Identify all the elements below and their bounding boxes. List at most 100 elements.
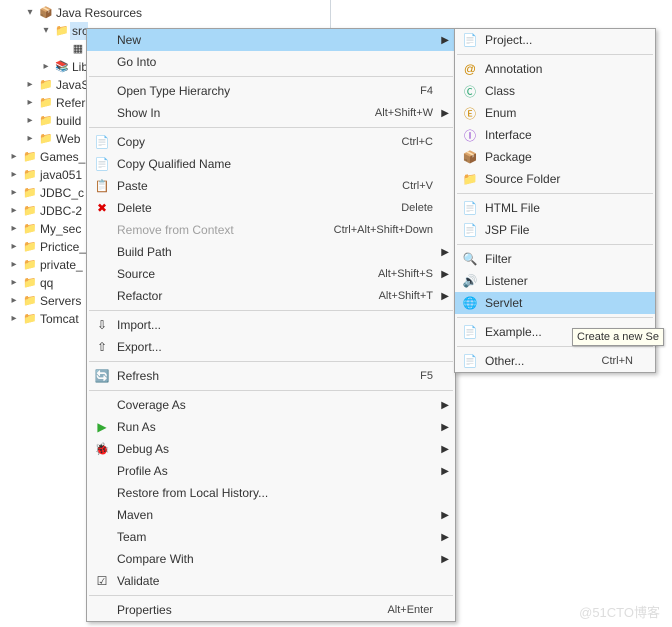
menu-item[interactable]: Team▶ — [87, 526, 455, 548]
menu-item[interactable]: Maven▶ — [87, 504, 455, 526]
tree-twisty-icon[interactable]: ▸ — [22, 76, 38, 94]
menu-item-label: Filter — [481, 252, 633, 266]
menu-item[interactable]: PropertiesAlt+Enter — [87, 599, 455, 621]
menu-item[interactable]: Open Type HierarchyF4 — [87, 80, 455, 102]
menu-item[interactable]: Compare With▶ — [87, 548, 455, 570]
tooltip: Create a new Se — [572, 328, 664, 346]
tree-node-icon: 📁 — [22, 203, 38, 219]
menu-item-icon: Ⓔ — [459, 102, 481, 124]
menu-item-icon — [91, 29, 113, 51]
tree-twisty-icon[interactable]: ▸ — [6, 166, 22, 184]
context-menu[interactable]: New▶Go Into Open Type HierarchyF4Show InA… — [86, 28, 456, 622]
menu-item-icon: 📄 — [459, 29, 481, 51]
menu-item[interactable]: 📄CopyCtrl+C — [87, 131, 455, 153]
tree-twisty-icon[interactable]: ▸ — [6, 274, 22, 292]
tree-twisty-icon[interactable]: ▸ — [6, 256, 22, 274]
menu-item-icon — [91, 51, 113, 73]
tree-node-icon: ▦ — [70, 41, 86, 57]
menu-item[interactable]: 🔄RefreshF5 — [87, 365, 455, 387]
menu-item-label: Paste — [113, 179, 382, 193]
menu-item-label: Servlet — [481, 296, 633, 310]
tree-twisty-icon[interactable]: ▸ — [22, 130, 38, 148]
tree-item[interactable]: ▾📦Java Resources — [6, 4, 672, 22]
menu-separator — [457, 193, 653, 194]
menu-item-icon — [91, 285, 113, 307]
tree-label: JDBC_c — [38, 184, 84, 202]
menu-item-icon — [91, 460, 113, 482]
menu-item-icon: 📄 — [459, 197, 481, 219]
menu-item[interactable]: Build Path▶ — [87, 241, 455, 263]
menu-item[interactable]: Profile As▶ — [87, 460, 455, 482]
menu-item-icon — [91, 263, 113, 285]
menu-item[interactable]: 📄Project... — [455, 29, 655, 51]
menu-separator — [89, 361, 453, 362]
menu-item[interactable]: ⇧Export... — [87, 336, 455, 358]
menu-item-label: Coverage As — [113, 398, 433, 412]
menu-item[interactable]: 🔊Listener — [455, 270, 655, 292]
menu-item[interactable]: 📦Package — [455, 146, 655, 168]
menu-item-icon: 🔄 — [91, 365, 113, 387]
menu-separator — [89, 595, 453, 596]
menu-item[interactable]: 📋PasteCtrl+V — [87, 175, 455, 197]
new-submenu[interactable]: 📄Project... @AnnotationⒸClassⒺEnumⒾInterf… — [454, 28, 656, 373]
menu-accelerator: Delete — [381, 202, 433, 214]
menu-item-icon: 📄 — [459, 219, 481, 241]
tree-twisty-icon[interactable]: ▸ — [6, 292, 22, 310]
tree-twisty-icon[interactable]: ▾ — [22, 4, 38, 22]
menu-item-icon: ⇩ — [91, 314, 113, 336]
tree-node-icon: 📁 — [38, 95, 54, 111]
menu-item[interactable]: Go Into — [87, 51, 455, 73]
menu-item[interactable]: 🌐Servlet — [455, 292, 655, 314]
menu-item[interactable]: ⒾInterface — [455, 124, 655, 146]
menu-item[interactable]: 📄Copy Qualified Name — [87, 153, 455, 175]
menu-item-icon — [91, 394, 113, 416]
tree-twisty-icon[interactable]: ▸ — [22, 112, 38, 130]
menu-item[interactable]: Coverage As▶ — [87, 394, 455, 416]
menu-item[interactable]: ✖DeleteDelete — [87, 197, 455, 219]
tree-twisty-icon[interactable]: ▸ — [6, 310, 22, 328]
menu-item[interactable]: New▶ — [87, 29, 455, 51]
tree-twisty-icon[interactable]: ▸ — [6, 202, 22, 220]
menu-item[interactable]: @Annotation — [455, 58, 655, 80]
menu-accelerator: Ctrl+Alt+Shift+Down — [314, 224, 433, 236]
menu-item[interactable]: SourceAlt+Shift+S▶ — [87, 263, 455, 285]
tree-twisty-icon[interactable]: ▸ — [6, 184, 22, 202]
menu-item[interactable]: 🔍Filter — [455, 248, 655, 270]
menu-item[interactable]: 📄HTML File — [455, 197, 655, 219]
tree-node-icon: 📁 — [22, 167, 38, 183]
menu-item[interactable]: ☑Validate — [87, 570, 455, 592]
menu-item[interactable]: 📄JSP File — [455, 219, 655, 241]
menu-item[interactable]: Restore from Local History... — [87, 482, 455, 504]
menu-item[interactable]: ▶Run As▶ — [87, 416, 455, 438]
menu-item[interactable]: ⒺEnum — [455, 102, 655, 124]
menu-item[interactable]: 🐞Debug As▶ — [87, 438, 455, 460]
menu-separator — [89, 127, 453, 128]
tree-twisty-icon[interactable]: ▸ — [6, 220, 22, 238]
menu-item-label: Refresh — [113, 369, 400, 383]
menu-item[interactable]: RefactorAlt+Shift+T▶ — [87, 285, 455, 307]
menu-item[interactable]: ⒸClass — [455, 80, 655, 102]
menu-item-label: Profile As — [113, 464, 433, 478]
menu-separator — [457, 244, 653, 245]
menu-item[interactable]: ⇩Import... — [87, 314, 455, 336]
menu-item[interactable]: 📁Source Folder — [455, 168, 655, 190]
menu-item-icon: ⇧ — [91, 336, 113, 358]
tree-label: build — [54, 112, 81, 130]
menu-item-label: Open Type Hierarchy — [113, 84, 400, 98]
menu-item[interactable]: Show InAlt+Shift+W▶ — [87, 102, 455, 124]
menu-item-icon — [91, 526, 113, 548]
menu-item[interactable]: 📄Other...Ctrl+N — [455, 350, 655, 372]
menu-accelerator: Ctrl+V — [382, 180, 433, 192]
tree-node-icon: 📁 — [22, 185, 38, 201]
menu-item: Remove from ContextCtrl+Alt+Shift+Down — [87, 219, 455, 241]
tree-twisty-icon[interactable]: ▸ — [22, 94, 38, 112]
menu-accelerator: Ctrl+N — [582, 355, 633, 367]
tree-label: Servers — [38, 292, 81, 310]
menu-item-icon: ☑ — [91, 570, 113, 592]
tree-twisty-icon[interactable]: ▾ — [38, 22, 54, 40]
menu-item-label: Source — [113, 267, 358, 281]
tree-twisty-icon[interactable]: ▸ — [6, 238, 22, 256]
tree-twisty-icon[interactable]: ▸ — [6, 148, 22, 166]
menu-item-icon: 🐞 — [91, 438, 113, 460]
tree-twisty-icon[interactable]: ▸ — [38, 58, 54, 76]
